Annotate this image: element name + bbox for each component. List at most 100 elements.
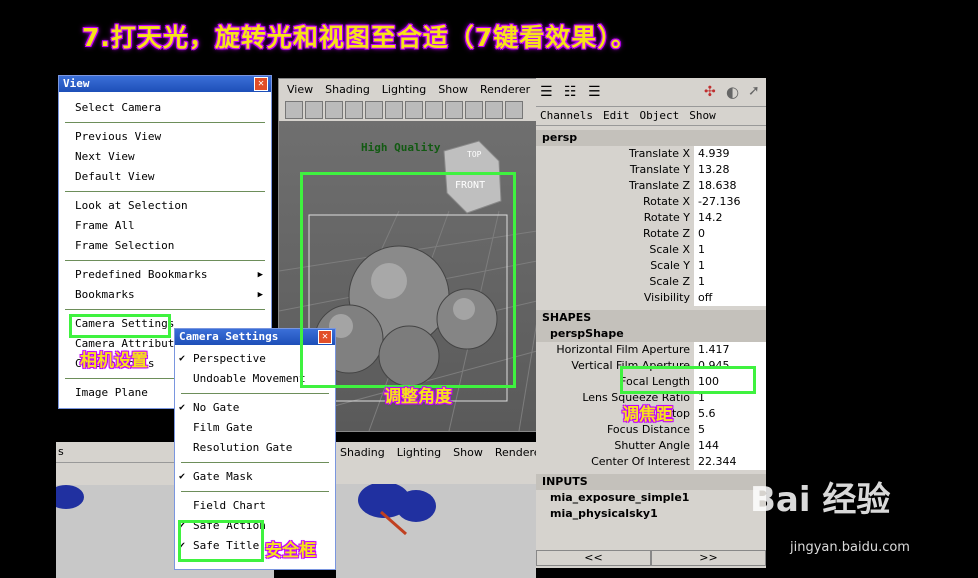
shape-attr-value[interactable]: 22.344 <box>694 454 766 470</box>
menu-field-chart[interactable]: Field Chart <box>175 496 335 516</box>
shape-attr-value[interactable]: 144 <box>694 438 766 454</box>
transform-attr-value[interactable]: 18.638 <box>694 178 766 194</box>
menu-gate-mask-label: Gate Mask <box>193 470 253 483</box>
image-plane-icon[interactable] <box>345 101 363 119</box>
shape-attr-label: Center Of Interest <box>591 455 690 468</box>
cb-menu-show[interactable]: Show <box>689 107 716 125</box>
vp-menu-shading[interactable]: Shading <box>325 83 370 96</box>
viewcube-top: TOP <box>467 150 482 159</box>
transform-attr-value[interactable]: -27.136 <box>694 194 766 210</box>
transform-attr-row[interactable]: Rotate Z 0 <box>536 226 766 242</box>
menu-frame-all[interactable]: Frame All <box>59 216 271 236</box>
menu-gate-mask[interactable]: ✔ Gate Mask <box>175 467 335 487</box>
vp-menu-view[interactable]: View <box>287 83 313 96</box>
transform-attr-row[interactable]: Rotate X -27.136 <box>536 194 766 210</box>
channel-box: ☰ ☷ ☰ ✣ ◐ ➚ Channels Edit Object Show pe… <box>536 78 766 568</box>
menu-separator <box>181 462 329 463</box>
checkmark-icon: ✔ <box>179 402 186 413</box>
camera-settings-title: Camera Settings <box>179 330 279 343</box>
menu-film-gate[interactable]: Film Gate <box>175 418 335 438</box>
vp-menu-lighting[interactable]: Lighting <box>382 83 426 96</box>
shape-attr-value[interactable]: 5 <box>694 422 766 438</box>
menu-previous-view[interactable]: Previous View <box>59 127 271 147</box>
menu-default-view[interactable]: Default View <box>59 167 271 187</box>
transform-attr-row[interactable]: Scale Y 1 <box>536 258 766 274</box>
menu-frame-selection[interactable]: Frame Selection <box>59 236 271 256</box>
shape-attr-value[interactable]: 1.417 <box>694 342 766 358</box>
transform-attr-value[interactable]: 4.939 <box>694 146 766 162</box>
next-button[interactable]: >> <box>651 550 766 566</box>
shading-ball-icon[interactable]: ◐ <box>726 83 739 101</box>
menu-predefined-bookmarks-label: Predefined Bookmarks <box>75 268 208 281</box>
shapes-header: SHAPES <box>536 310 766 326</box>
transform-attr-row[interactable]: Rotate Y 14.2 <box>536 210 766 226</box>
prev-button[interactable]: << <box>536 550 651 566</box>
hud-quality: High Quality <box>361 141 441 154</box>
pick-icon[interactable]: ➚ <box>748 83 760 99</box>
menu-separator <box>65 191 265 192</box>
close-icon[interactable]: ✕ <box>254 77 268 91</box>
br-menu-lighting[interactable]: Lighting <box>397 446 441 459</box>
transform-attr-value[interactable]: 1 <box>694 274 766 290</box>
transform-attr-value[interactable]: off <box>694 290 766 306</box>
cb-menu-edit[interactable]: Edit <box>603 107 630 125</box>
menu-next-view[interactable]: Next View <box>59 147 271 167</box>
layer-editor-icon[interactable]: ☷ <box>564 84 577 100</box>
headline: 7.打天光，旋转光和视图至合适（7键看效果）。 <box>82 23 637 52</box>
light-icon[interactable] <box>485 101 503 119</box>
shape-attr-row[interactable]: Horizontal Film Aperture 1.417 <box>536 342 766 358</box>
transform-attr-row[interactable]: Scale Z 1 <box>536 274 766 290</box>
camera-icon[interactable] <box>285 101 303 119</box>
shape-attr-row[interactable]: Center Of Interest 22.344 <box>536 454 766 470</box>
axis-icon[interactable]: ✣ <box>704 84 716 100</box>
transform-attr-row[interactable]: Translate Z 18.638 <box>536 178 766 194</box>
shape-attr-value[interactable]: 5.6 <box>694 406 766 422</box>
grid-icon[interactable] <box>365 101 383 119</box>
br-menu-renderer[interactable]: Renderer <box>495 446 536 459</box>
view-menu-title: View <box>63 77 90 90</box>
resolution-gate-icon[interactable] <box>405 101 423 119</box>
vp-menu-renderer[interactable]: Renderer <box>480 83 530 96</box>
transform-attr-row[interactable]: Translate Y 13.28 <box>536 162 766 178</box>
attribute-list-icon[interactable]: ☰ <box>588 84 601 100</box>
texture-icon[interactable] <box>465 101 483 119</box>
menu-resolution-gate[interactable]: Resolution Gate <box>175 438 335 458</box>
transform-attr-value[interactable]: 1 <box>694 258 766 274</box>
input-node[interactable]: mia_physicalsky1 <box>536 506 766 522</box>
br-menu-show[interactable]: Show <box>453 446 483 459</box>
shape-node-name[interactable]: perspShape <box>536 326 766 342</box>
channel-box-icon[interactable]: ☰ <box>540 84 553 100</box>
transform-attr-value[interactable]: 0 <box>694 226 766 242</box>
vp-menu-show[interactable]: Show <box>438 83 468 96</box>
film-gate-icon[interactable] <box>385 101 403 119</box>
smooth-shade-icon[interactable] <box>445 101 463 119</box>
menu-perspective-label: Perspective <box>193 352 266 365</box>
menu-look-at-selection[interactable]: Look at Selection <box>59 196 271 216</box>
view-menu-titlebar: View ✕ <box>59 76 271 92</box>
bookmark-icon[interactable] <box>325 101 343 119</box>
highlight-view-frame <box>300 172 516 388</box>
bottom-right-panel[interactable]: Shading Lighting Show Renderer <box>336 442 536 578</box>
input-node[interactable]: mia_exposure_simple1 <box>536 490 766 506</box>
highlight-focal-length <box>620 366 756 394</box>
menu-bookmarks[interactable]: Bookmarks ▶ <box>59 285 271 305</box>
cb-menu-channels[interactable]: Channels <box>540 107 593 125</box>
transform-attr-label: Scale Z <box>649 275 690 288</box>
menu-no-gate[interactable]: ✔ No Gate <box>175 398 335 418</box>
transform-attr-row[interactable]: Translate X 4.939 <box>536 146 766 162</box>
transform-attr-row[interactable]: Scale X 1 <box>536 242 766 258</box>
transform-attr-value[interactable]: 1 <box>694 242 766 258</box>
menu-select-camera[interactable]: Select Camera <box>59 98 271 118</box>
node-name[interactable]: persp <box>536 130 766 146</box>
menu-predefined-bookmarks[interactable]: Predefined Bookmarks ▶ <box>59 265 271 285</box>
transform-attr-value[interactable]: 14.2 <box>694 210 766 226</box>
transform-attr-row[interactable]: Visibility off <box>536 290 766 306</box>
isolate-icon[interactable] <box>505 101 523 119</box>
camera-attr-icon[interactable] <box>305 101 323 119</box>
shape-attr-row[interactable]: Shutter Angle 144 <box>536 438 766 454</box>
inputs-header: INPUTS <box>536 474 766 490</box>
wireframe-icon[interactable] <box>425 101 443 119</box>
br-menu-shading[interactable]: Shading <box>340 446 385 459</box>
cb-menu-object[interactable]: Object <box>639 107 679 125</box>
transform-attr-value[interactable]: 13.28 <box>694 162 766 178</box>
